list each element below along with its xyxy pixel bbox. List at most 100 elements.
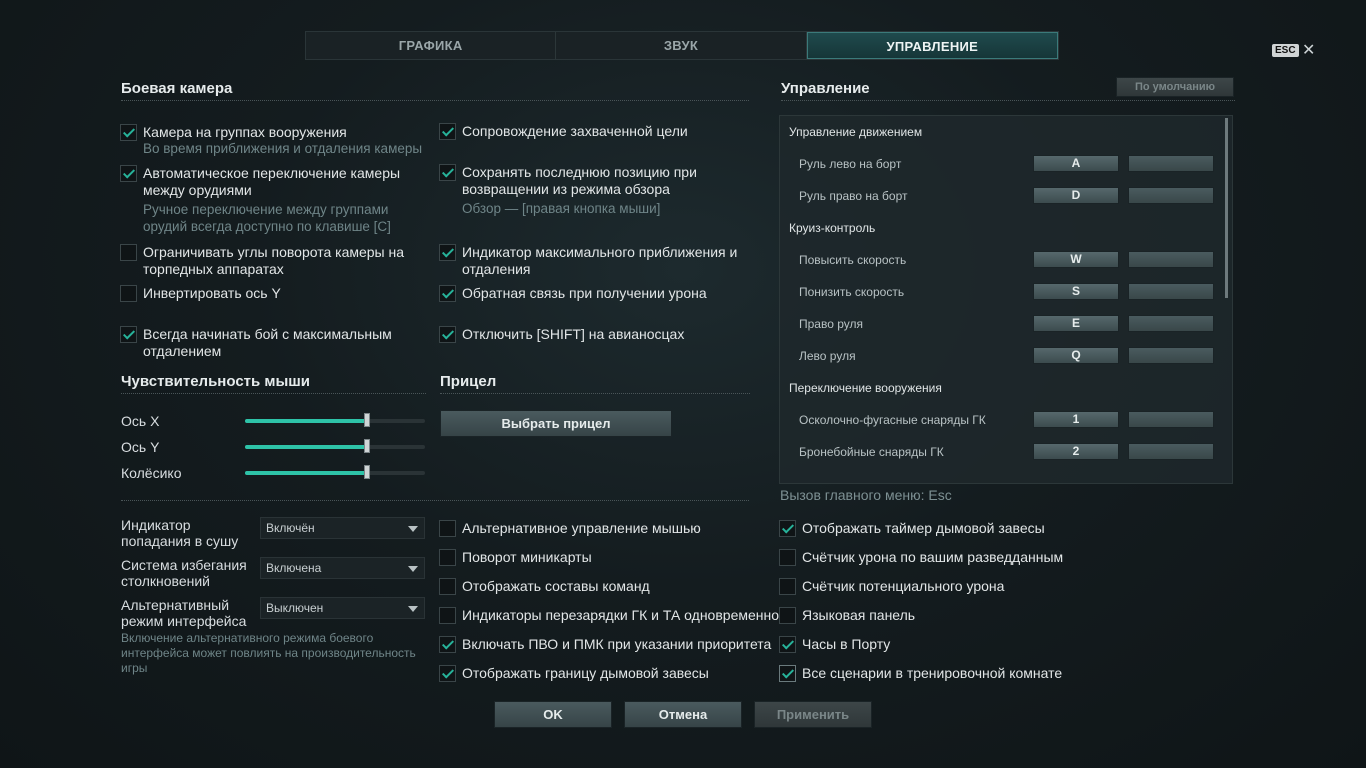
choose-sight-button[interactable]: Выбрать прицел: [440, 410, 672, 437]
alt-key-button[interactable]: [1128, 283, 1214, 300]
key-button[interactable]: A: [1033, 155, 1119, 172]
key-button[interactable]: Q: [1033, 347, 1119, 364]
key-button[interactable]: 1: [1033, 411, 1119, 428]
checkbox-save-camera-position[interactable]: [439, 164, 456, 181]
checkbox-port-clock[interactable]: [779, 636, 796, 653]
alt-key-button[interactable]: [1128, 187, 1214, 204]
alt-key-button[interactable]: [1128, 443, 1214, 460]
checkbox-label: Обратная связь при получении урона: [462, 285, 707, 301]
checkbox-label: Языковая панель: [802, 607, 916, 623]
checkbox-label: Инвертировать ось Y: [143, 285, 281, 301]
reset-defaults-button[interactable]: По умолчанию: [1116, 77, 1234, 97]
keybinding-label: Понизить скорость: [799, 285, 905, 299]
alt-key-button[interactable]: [1128, 155, 1214, 172]
slider-thumb[interactable]: [364, 413, 370, 427]
dropdown-value: Выключен: [266, 601, 324, 615]
checkbox-label: Камера на группах вооружения: [143, 124, 347, 140]
checkbox-max-zoom-start[interactable]: [120, 326, 137, 343]
checkbox-label: Сохранять последнюю позицию при возвраще…: [462, 164, 697, 197]
checkbox-smoke-timer[interactable]: [779, 520, 796, 537]
dropdown-collision-avoidance[interactable]: Включена: [260, 557, 425, 579]
checkbox-limit-torpedo-camera[interactable]: [120, 244, 137, 261]
tab-graphics[interactable]: ГРАФИКА: [306, 32, 557, 59]
checkbox-sublabel: Во время приближения и отдаления камеры: [143, 141, 423, 156]
dropdown-alt-interface[interactable]: Выключен: [260, 597, 425, 619]
checkbox-label: Поворот миникарты: [462, 549, 592, 565]
close-icon[interactable]: ✕: [1302, 40, 1315, 60]
checkbox-label: Счётчик урона по вашим разведданным: [802, 549, 1064, 565]
checkbox-invert-y[interactable]: [120, 285, 137, 302]
checkbox-label: Счётчик потенциального урона: [802, 578, 1005, 594]
key-button[interactable]: D: [1033, 187, 1119, 204]
keybinding-label: Повысить скорость: [799, 253, 907, 267]
divider: [121, 100, 749, 101]
alt-key-button[interactable]: [1128, 411, 1214, 428]
chevron-down-icon: [408, 526, 418, 532]
esc-key-badge[interactable]: ESC: [1272, 44, 1299, 57]
dropdown-label: Индикатор попадания в сушу: [121, 517, 239, 549]
ok-button[interactable]: OK: [494, 701, 612, 728]
checkbox-alt-mouse-control[interactable]: [439, 520, 456, 537]
checkbox-minimap-rotation[interactable]: [439, 549, 456, 566]
checkbox-disable-shift-carriers[interactable]: [439, 326, 456, 343]
slider-axis-y[interactable]: [245, 439, 425, 453]
checkbox-damage-feedback[interactable]: [439, 285, 456, 302]
keybinding-group-title: Управление движением: [789, 125, 923, 139]
sight-heading: Прицел: [440, 373, 497, 390]
keybinding-label: Руль лево на борт: [799, 157, 902, 171]
keybinding-label: Лево руля: [799, 349, 856, 363]
checkbox-label: Отображать границу дымовой завесы: [462, 665, 709, 681]
checkbox-potential-damage[interactable]: [779, 578, 796, 595]
checkbox-aa-secondary-priority[interactable]: [439, 636, 456, 653]
checkbox-label: Отображать таймер дымовой завесы: [802, 520, 1045, 536]
keybinding-label: Осколочно-фугасные снаряды ГК: [799, 413, 986, 427]
slider-label: Колёсико: [121, 465, 182, 481]
slider-label: Ось X: [121, 413, 160, 429]
divider: [121, 393, 426, 394]
tab-controls[interactable]: УПРАВЛЕНИЕ: [806, 32, 1058, 59]
checkbox-reload-indicators[interactable]: [439, 607, 456, 624]
slider-label: Ось Y: [121, 439, 160, 455]
chevron-down-icon: [408, 566, 418, 572]
alt-key-button[interactable]: [1128, 251, 1214, 268]
dropdown-label: Альтернативный режим интерфейса: [121, 597, 247, 629]
checkbox-spotting-damage[interactable]: [779, 549, 796, 566]
key-button[interactable]: W: [1033, 251, 1119, 268]
mouse-sensitivity-heading: Чувствительность мыши: [121, 373, 311, 390]
apply-button[interactable]: Применить: [754, 701, 872, 728]
keybinding-scrollbar[interactable]: [1225, 118, 1228, 298]
slider-wheel[interactable]: [245, 465, 425, 479]
divider: [121, 500, 749, 501]
tab-sound[interactable]: ЗВУК: [556, 32, 807, 59]
dropdown-land-hit-indicator[interactable]: Включён: [260, 517, 425, 539]
key-button[interactable]: E: [1033, 315, 1119, 332]
alt-key-button[interactable]: [1128, 315, 1214, 332]
checkbox-team-rosters[interactable]: [439, 578, 456, 595]
checkbox-weapon-group-camera[interactable]: [120, 124, 137, 141]
chevron-down-icon: [408, 606, 418, 612]
checkbox-label: Отображать составы команд: [462, 578, 650, 594]
alt-key-button[interactable]: [1128, 347, 1214, 364]
checkbox-smoke-border[interactable]: [439, 665, 456, 682]
checkbox-track-target[interactable]: [439, 123, 456, 140]
key-button[interactable]: S: [1033, 283, 1119, 300]
controls-heading: Управление: [781, 80, 870, 97]
checkbox-sublabel: Обзор — [правая кнопка мыши]: [462, 201, 661, 216]
key-button[interactable]: 2: [1033, 443, 1119, 460]
cancel-button[interactable]: Отмена: [624, 701, 742, 728]
checkbox-label: Ограничивать углы поворота камеры на тор…: [143, 244, 405, 277]
dropdown-value: Включён: [266, 521, 315, 535]
checkbox-label: Все сценарии в тренировочной комнате: [802, 665, 1063, 681]
checkbox-language-bar[interactable]: [779, 607, 796, 624]
main-menu-hint: Вызов главного меню: Esc: [780, 487, 952, 503]
keybinding-label: Руль право на борт: [799, 189, 908, 203]
checkbox-zoom-indicator[interactable]: [439, 244, 456, 261]
slider-thumb[interactable]: [364, 465, 370, 479]
checkbox-auto-camera-switch[interactable]: [120, 165, 137, 182]
keybinding-label: Бронебойные снаряды ГК: [799, 445, 944, 459]
checkbox-label: Индикаторы перезарядки ГК и ТА одновреме…: [462, 607, 780, 623]
slider-axis-x[interactable]: [245, 413, 425, 427]
checkbox-all-training-scenarios[interactable]: [779, 665, 796, 682]
slider-thumb[interactable]: [364, 439, 370, 453]
divider: [781, 100, 1235, 101]
